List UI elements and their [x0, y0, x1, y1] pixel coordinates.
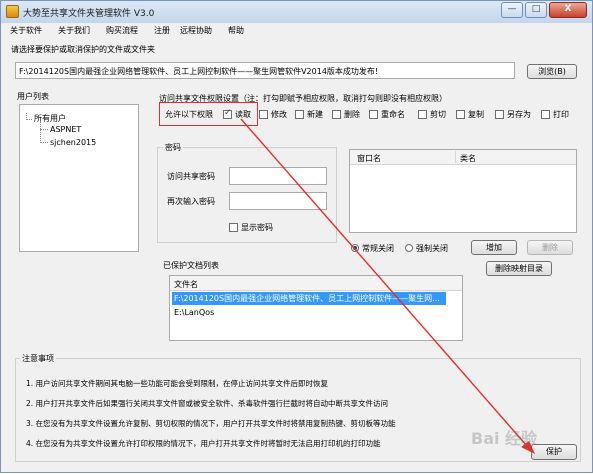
main-window: 大势至共享文件夹管理软件 V3.0 — □ X 关于软件 关于我们 购买流程 注… [0, 0, 593, 473]
watermark: Bai 经验 [471, 429, 538, 448]
annotation-arrow-icon [240, 118, 535, 454]
